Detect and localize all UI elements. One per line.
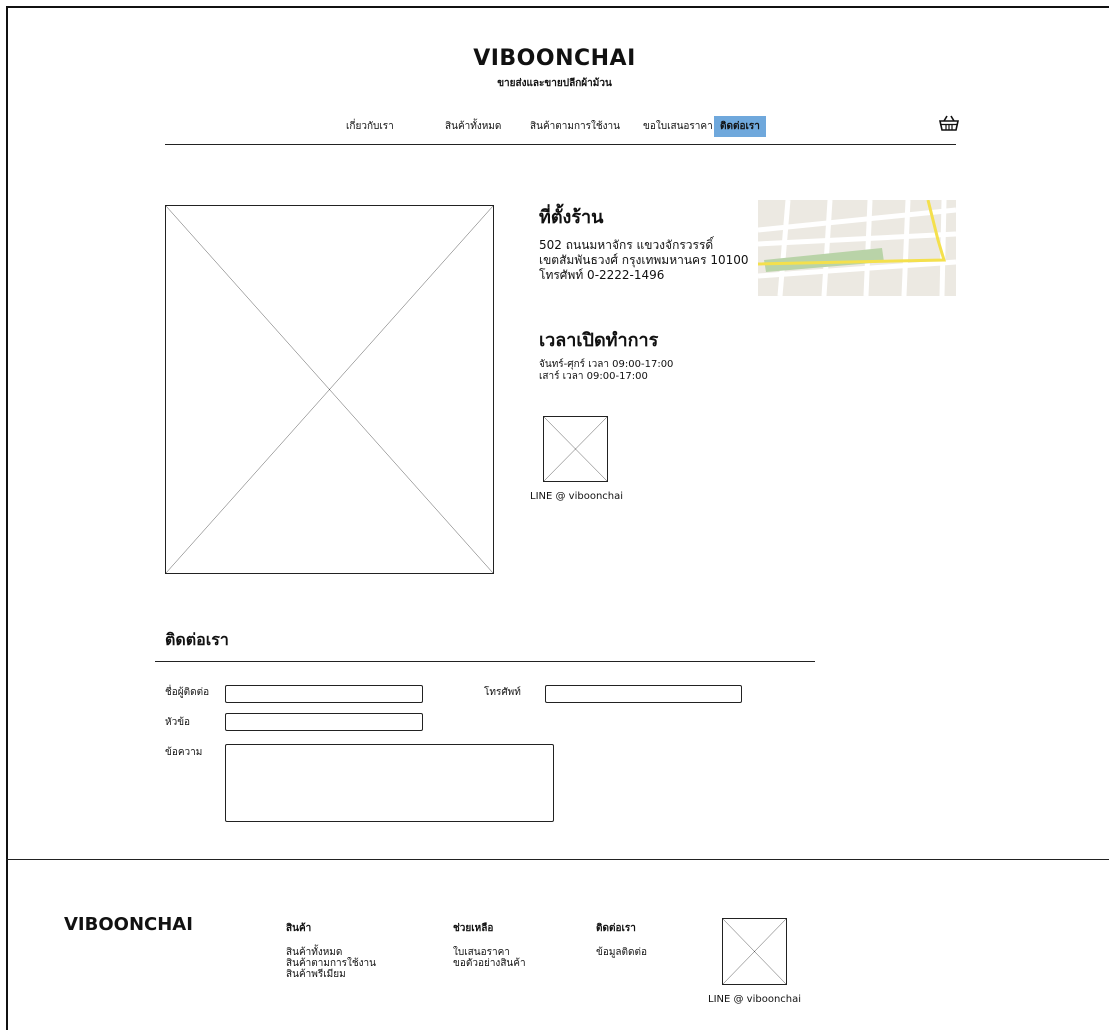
nav-all-products[interactable]: สินค้าทั้งหมด [439,116,507,137]
footer-logo[interactable]: VIBOONCHAI [64,914,193,935]
phone-label: โทรศัพท์ [484,687,521,698]
message-textarea[interactable] [225,744,554,822]
hours-title: เวลาเปิดทำการ [539,330,659,351]
line-caption[interactable]: LINE @ viboonchai [530,491,623,503]
message-label: ข้อความ [165,747,203,758]
address-line-1: 502 ถนนมหาจักร แขวงจักรวรรดิ์ [539,238,714,252]
basket-icon[interactable] [938,113,960,133]
contact-form-title: ติดต่อเรา [165,630,229,649]
site-logo[interactable]: VIBOONCHAI [0,46,1109,71]
footer-divider [6,859,1109,860]
footer-help-title: ช่วยเหลือ [453,923,494,934]
phone-input[interactable] [545,685,742,703]
footer-link-products-by-usage[interactable]: สินค้าตามการใช้งาน [286,958,376,969]
footer-link-quotation[interactable]: ใบเสนอราคา [453,947,510,958]
store-phone: โทรศัพท์ 0-2222-1496 [539,268,665,282]
footer-line-qr-placeholder[interactable] [722,918,787,985]
nav-contact[interactable]: ติดต่อเรา [714,116,766,137]
footer-contact-title: ติดต่อเรา [596,923,636,934]
hours-saturday: เสาร์ เวลา 09:00-17:00 [539,371,648,382]
footer-line-caption[interactable]: LINE @ viboonchai [708,994,801,1006]
footer-link-premium-products[interactable]: สินค้าพรีเมียม [286,969,346,980]
contact-divider [155,661,815,662]
site-tagline: ขายส่งและขายปลีกผ้าม้วน [497,78,612,89]
line-qr-placeholder[interactable] [543,416,608,482]
footer-products-title: สินค้า [286,923,312,934]
header-divider [165,144,956,145]
subject-input[interactable] [225,713,423,731]
footer-link-all-products[interactable]: สินค้าทั้งหมด [286,947,342,958]
address-line-2: เขตสัมพันธวงศ์ กรุงเทพมหานคร 10100 [539,253,749,267]
location-title: ที่ตั้งร้าน [539,207,604,228]
footer-link-request-sample[interactable]: ขอตัวอย่างสินค้า [453,958,526,969]
nav-products-by-usage[interactable]: สินค้าตามการใช้งาน [524,116,626,137]
store-image-placeholder [165,205,494,574]
nav-request-quote[interactable]: ขอใบเสนอราคา [637,116,719,137]
nav-about[interactable]: เกี่ยวกับเรา [340,116,400,137]
footer-link-contact-info[interactable]: ข้อมูลติดต่อ [596,947,647,958]
subject-label: หัวข้อ [165,717,191,728]
map[interactable] [758,200,956,296]
hours-weekdays: จันทร์-ศุกร์ เวลา 09:00-17:00 [539,359,674,370]
name-input[interactable] [225,685,423,703]
name-label: ชื่อผู้ติดต่อ [165,687,210,698]
